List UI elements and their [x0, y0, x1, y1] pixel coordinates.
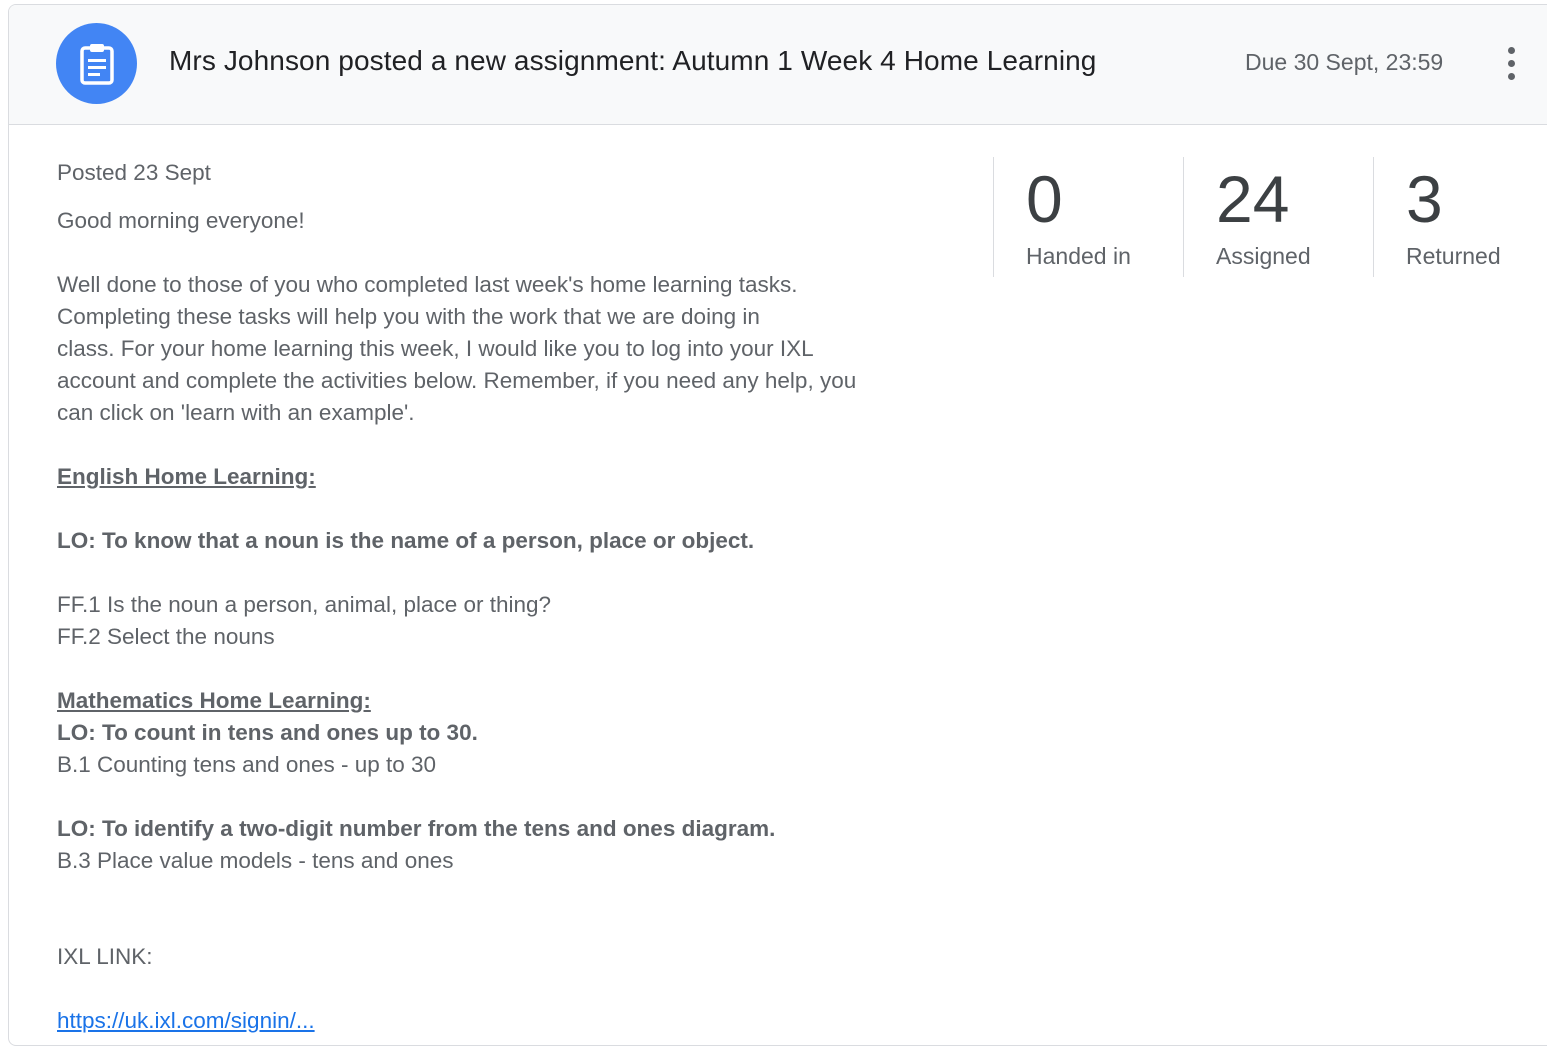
maths-task-1: B.1 Counting tens and ones - up to 30	[57, 752, 437, 777]
maths-task-2: B.3 Place value models - tens and ones	[57, 848, 454, 873]
intro-line: Well done to those of you who completed …	[57, 272, 798, 297]
more-dot	[1507, 72, 1515, 80]
english-task: FF.1 Is the noun a person, animal, place…	[57, 592, 552, 617]
stat-value: 24	[1216, 162, 1290, 236]
maths-learning-objective-2: LO: To identify a two-digit number from …	[57, 816, 776, 841]
assignment-description: Posted 23 Sept Good morning everyone! We…	[57, 157, 977, 1037]
assignment-avatar	[56, 23, 137, 104]
intro-line: can click on 'learn with an example'.	[57, 400, 415, 425]
intro-line: class. For your home learning this week,…	[57, 336, 814, 361]
intro-line: Completing these tasks will help you wit…	[57, 304, 760, 329]
greeting-text: Good morning everyone!	[57, 208, 305, 233]
assignment-card: Mrs Johnson posted a new assignment: Aut…	[8, 4, 1547, 1046]
assignment-title[interactable]: Mrs Johnson posted a new assignment: Aut…	[169, 45, 1096, 77]
stat-returned[interactable]: 3 Returned	[1373, 157, 1547, 277]
stat-value: 3	[1406, 162, 1443, 236]
stat-label: Assigned	[1216, 243, 1311, 269]
ixl-link[interactable]: https://uk.ixl.com/signin/...	[57, 1005, 977, 1037]
maths-learning-objective-1: LO: To count in tens and ones up to 30.	[57, 720, 478, 745]
ixl-link-label: IXL LINK:	[57, 944, 153, 969]
stat-value: 0	[1026, 162, 1063, 236]
assignment-icon	[79, 43, 114, 85]
stat-handed-in[interactable]: 0 Handed in	[993, 157, 1183, 277]
english-learning-objective: LO: To know that a noun is the name of a…	[57, 528, 755, 553]
posted-date: Posted 23 Sept	[57, 160, 211, 185]
more-dot	[1507, 46, 1515, 54]
english-task: FF.2 Select the nouns	[57, 624, 275, 649]
assignment-stats: 0 Handed in 24 Assigned 3 Returned	[993, 157, 1547, 277]
more-dot	[1507, 59, 1515, 67]
stat-assigned[interactable]: 24 Assigned	[1183, 157, 1373, 277]
stat-label: Returned	[1406, 243, 1501, 269]
more-options-icon[interactable]	[1499, 41, 1523, 85]
due-date: Due 30 Sept, 23:59	[1245, 49, 1444, 75]
english-heading: English Home Learning:	[57, 464, 316, 489]
intro-line: account and complete the activities belo…	[57, 368, 857, 393]
assignment-header[interactable]: Mrs Johnson posted a new assignment: Aut…	[9, 5, 1547, 125]
maths-heading: Mathematics Home Learning:	[57, 688, 371, 713]
stat-label: Handed in	[1026, 243, 1131, 269]
